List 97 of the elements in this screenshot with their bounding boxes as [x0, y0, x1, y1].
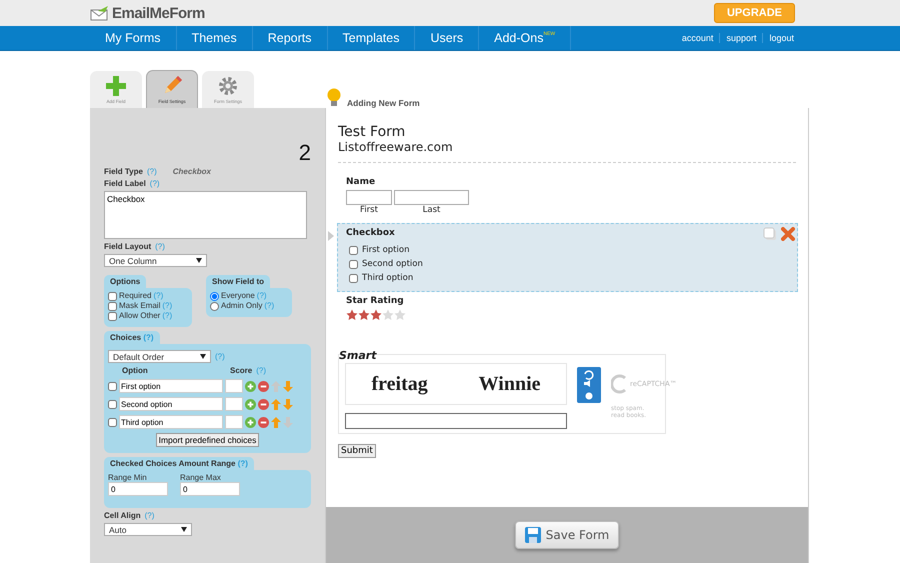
captcha-word: freitag [371, 372, 428, 396]
score-input[interactable] [225, 397, 243, 411]
field-label: Range Min [108, 473, 148, 482]
star-icon[interactable] [394, 309, 406, 321]
label-textarea[interactable]: Checkbox [104, 191, 307, 239]
caret-icon [181, 527, 187, 532]
group-title: Checked Choices Amount Range [110, 459, 236, 468]
field-label: Checkbox [346, 228, 395, 238]
star-icon[interactable] [358, 309, 370, 321]
checkbox[interactable] [108, 292, 117, 300]
account-link[interactable]: account [676, 33, 720, 43]
range-min-input[interactable]: 0 [108, 482, 168, 496]
nav-item[interactable]: Themes [176, 26, 253, 50]
field-label: Range Max [180, 473, 222, 482]
status-text: Adding New Form [347, 98, 420, 108]
form-subtitle: Listoffreeware.com [338, 140, 454, 154]
column-header: Score [230, 366, 252, 375]
lightbulb-icon [327, 88, 341, 108]
save-form-button[interactable]: Save Form [514, 521, 620, 549]
field-label: Field Label [104, 179, 146, 188]
choice-input[interactable]: Third option [119, 415, 223, 429]
checkbox[interactable] [108, 302, 117, 310]
column-header: Option [122, 366, 149, 375]
radio-button[interactable] [210, 302, 219, 310]
group-title: Show Field to [206, 275, 270, 288]
field-label: Star Rating [346, 296, 405, 306]
field-hint: First [360, 205, 378, 215]
account-link[interactable]: logout [762, 33, 800, 43]
submit-button[interactable]: Submit [338, 444, 376, 458]
caret-icon [200, 354, 206, 359]
add-icon[interactable] [245, 380, 256, 392]
group-title: Choices [110, 333, 142, 342]
caret-icon [196, 258, 202, 263]
captcha-title: Smart [339, 349, 376, 362]
star-icon[interactable] [382, 309, 394, 321]
nav-item[interactable]: Add-Ons$^{NEW}$ [479, 26, 572, 50]
captcha-controls-icon[interactable] [577, 367, 601, 403]
choice-input[interactable]: First option [119, 379, 223, 393]
star-icon[interactable] [346, 309, 358, 321]
field-label: Name [346, 177, 376, 187]
checkbox[interactable] [108, 400, 117, 408]
option-label: Admin Only [221, 301, 262, 311]
field-label: Cell Align [104, 511, 141, 520]
option-label: Allow Other [119, 311, 160, 321]
option-label: Mask Email [119, 301, 160, 311]
logo-text: EmailMeForm [112, 4, 205, 22]
checkbox[interactable] [349, 274, 358, 282]
field-hint: Last [422, 205, 440, 215]
order-dropdown[interactable]: Default Order [108, 350, 211, 363]
checkbox[interactable] [349, 246, 358, 254]
star-icon[interactable] [370, 309, 382, 321]
import-button[interactable]: Import predefined choices [156, 433, 260, 447]
score-input[interactable] [225, 379, 243, 393]
selected-field[interactable]: Checkbox First option Second option Third option [337, 223, 798, 292]
account-link[interactable]: support [719, 33, 762, 43]
group-title: Options [104, 275, 146, 288]
captcha-input[interactable] [345, 413, 567, 429]
plus-icon [105, 75, 127, 97]
form-title: Test Form [338, 124, 406, 140]
star-rating[interactable] [346, 309, 406, 321]
pointer-icon [328, 231, 334, 241]
nav-item[interactable]: Reports [252, 26, 328, 50]
nav-item[interactable]: Users [415, 26, 480, 50]
last-name-input[interactable] [394, 190, 469, 205]
nav-item[interactable]: Templates [328, 26, 416, 50]
score-input[interactable] [225, 415, 243, 429]
remove-icon[interactable] [258, 380, 269, 392]
delete-icon[interactable] [781, 227, 795, 241]
remove-icon[interactable] [258, 416, 269, 428]
recaptcha-icon [611, 373, 629, 395]
envelope-icon [90, 5, 110, 21]
nav-item[interactable]: My Forms [90, 26, 177, 50]
field-label: Field Layout [104, 242, 152, 251]
range-max-input[interactable]: 0 [180, 482, 240, 496]
step-number: 2 [298, 142, 311, 164]
first-name-input[interactable] [346, 190, 392, 205]
checkbox[interactable] [108, 382, 117, 390]
choice-input[interactable]: Second option [119, 397, 223, 411]
align-dropdown[interactable]: Auto [104, 523, 192, 536]
add-icon[interactable] [245, 398, 256, 410]
logo[interactable]: EmailMeForm [90, 4, 205, 22]
option-label: Everyone [221, 291, 255, 301]
remove-icon[interactable] [258, 398, 269, 410]
checkbox[interactable] [108, 312, 117, 320]
gear-icon [217, 75, 239, 97]
checkbox[interactable] [108, 418, 117, 426]
option-label: Required [119, 291, 152, 301]
add-icon[interactable] [245, 416, 256, 428]
checkbox[interactable] [349, 260, 358, 268]
option-label: Second option [362, 259, 423, 269]
layout-dropdown[interactable]: One Column [104, 254, 207, 267]
radio-button[interactable] [210, 292, 219, 300]
captcha-word: Winnie [478, 372, 541, 396]
field-label: Field Type [104, 167, 143, 176]
option-label: First option [362, 245, 410, 255]
field-type-value: Checkbox [172, 167, 211, 176]
option-label: Third option [362, 273, 414, 283]
